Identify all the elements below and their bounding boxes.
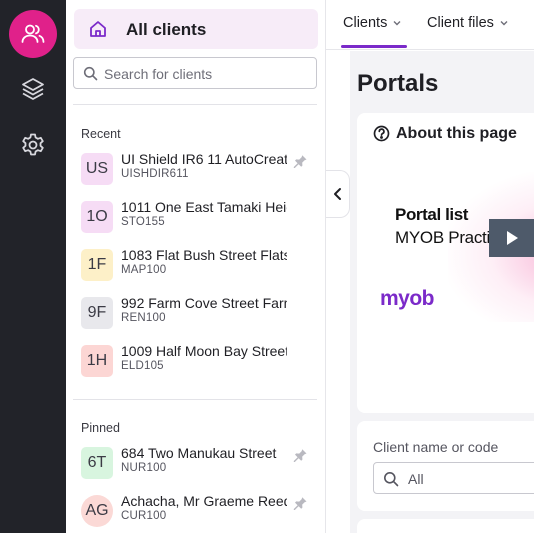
client-row[interactable]: AG Achacha, Mr Graeme Reed CUR100 xyxy=(81,493,317,533)
client-filter-label: Client name or code xyxy=(373,439,499,455)
myob-logo: myob xyxy=(380,287,435,310)
chevron-down-icon xyxy=(393,21,401,26)
tab-client-files-label: Client files xyxy=(427,15,494,31)
client-code: ELD105 xyxy=(121,360,164,372)
client-code: NUR100 xyxy=(121,462,167,474)
search-icon xyxy=(384,472,399,487)
client-avatar: US xyxy=(81,153,113,185)
client-avatar: 1F xyxy=(81,249,113,281)
play-icon xyxy=(506,231,518,245)
video-title: Portal list xyxy=(395,205,469,224)
play-video-button[interactable] xyxy=(489,219,534,257)
client-name: 1011 One East Tamaki Heights xyxy=(121,199,287,215)
about-title: About this page xyxy=(396,125,517,142)
client-code: STO155 xyxy=(121,216,165,228)
client-code: MAP100 xyxy=(121,264,167,276)
users-icon xyxy=(21,24,45,43)
chevron-down-icon xyxy=(500,21,508,26)
pin-icon[interactable] xyxy=(292,153,308,169)
divider xyxy=(73,104,317,105)
tab-client-files[interactable]: Client files xyxy=(427,15,509,31)
pin-icon[interactable] xyxy=(292,495,308,511)
client-avatar: AG xyxy=(81,495,113,527)
client-name: 1009 Half Moon Bay Street xyxy=(121,343,287,359)
client-filter-input[interactable] xyxy=(408,469,534,489)
rail-layers-button[interactable] xyxy=(9,65,57,113)
home-icon xyxy=(90,21,106,37)
client-avatar: 1H xyxy=(81,345,113,377)
recent-section-title: Recent xyxy=(81,127,121,141)
client-search-input[interactable] xyxy=(104,64,304,84)
tab-clients-label: Clients xyxy=(343,15,388,31)
client-panel: All clients Recent US UI Shield IR6 11 Au… xyxy=(66,0,326,533)
client-name: 1083 Flat Bush Street Flats xyxy=(121,247,287,263)
client-row[interactable]: 6T 684 Two Manukau Street NUR100 xyxy=(81,445,317,485)
client-row[interactable]: 1H 1009 Half Moon Bay Street ELD105 xyxy=(81,343,317,383)
client-row[interactable]: 9F 992 Farm Cove Street Farm REN100 xyxy=(81,295,317,335)
client-avatar: 9F xyxy=(81,297,113,329)
divider xyxy=(73,399,317,400)
layers-icon xyxy=(22,78,44,100)
rail-settings-button[interactable] xyxy=(9,121,57,169)
client-row[interactable]: US UI Shield IR6 11 AutoCreate UISHDIR611 xyxy=(81,151,317,191)
client-name: Achacha, Mr Graeme Reed xyxy=(121,493,287,509)
top-navigation: Clients Client files xyxy=(326,0,534,50)
next-card xyxy=(357,519,534,533)
all-clients-button[interactable]: All clients xyxy=(74,9,318,49)
client-code: UISHDIR611 xyxy=(121,168,189,180)
client-name: UI Shield IR6 11 AutoCreate xyxy=(121,151,287,167)
rail-clients-button[interactable] xyxy=(9,10,57,58)
filter-card: Client name or code xyxy=(357,421,534,511)
client-name: 992 Farm Cove Street Farm xyxy=(121,295,287,311)
pin-icon[interactable] xyxy=(292,447,308,463)
client-search-box[interactable] xyxy=(73,57,317,89)
collapse-panel-button[interactable] xyxy=(326,170,350,218)
client-row[interactable]: 1O 1011 One East Tamaki HeightsSTO155 xyxy=(81,199,317,239)
app-rail xyxy=(0,0,66,533)
chevron-left-icon xyxy=(333,188,341,200)
client-avatar: 1O xyxy=(81,201,113,233)
pinned-section-title: Pinned xyxy=(81,421,120,435)
search-icon xyxy=(83,66,98,81)
active-tab-indicator xyxy=(341,45,407,48)
client-row[interactable]: 1F 1083 Flat Bush Street Flats MAP100 xyxy=(81,247,317,287)
page-title: Portals xyxy=(357,70,439,97)
gear-icon xyxy=(22,133,44,156)
tab-clients[interactable]: Clients xyxy=(343,15,402,31)
client-filter-box[interactable] xyxy=(373,462,534,494)
client-avatar: 6T xyxy=(81,447,113,479)
client-code: CUR100 xyxy=(121,510,167,522)
all-clients-label: All clients xyxy=(126,20,207,39)
help-icon xyxy=(373,125,390,142)
client-code: REN100 xyxy=(121,312,166,324)
client-name: 684 Two Manukau Street xyxy=(121,445,277,461)
